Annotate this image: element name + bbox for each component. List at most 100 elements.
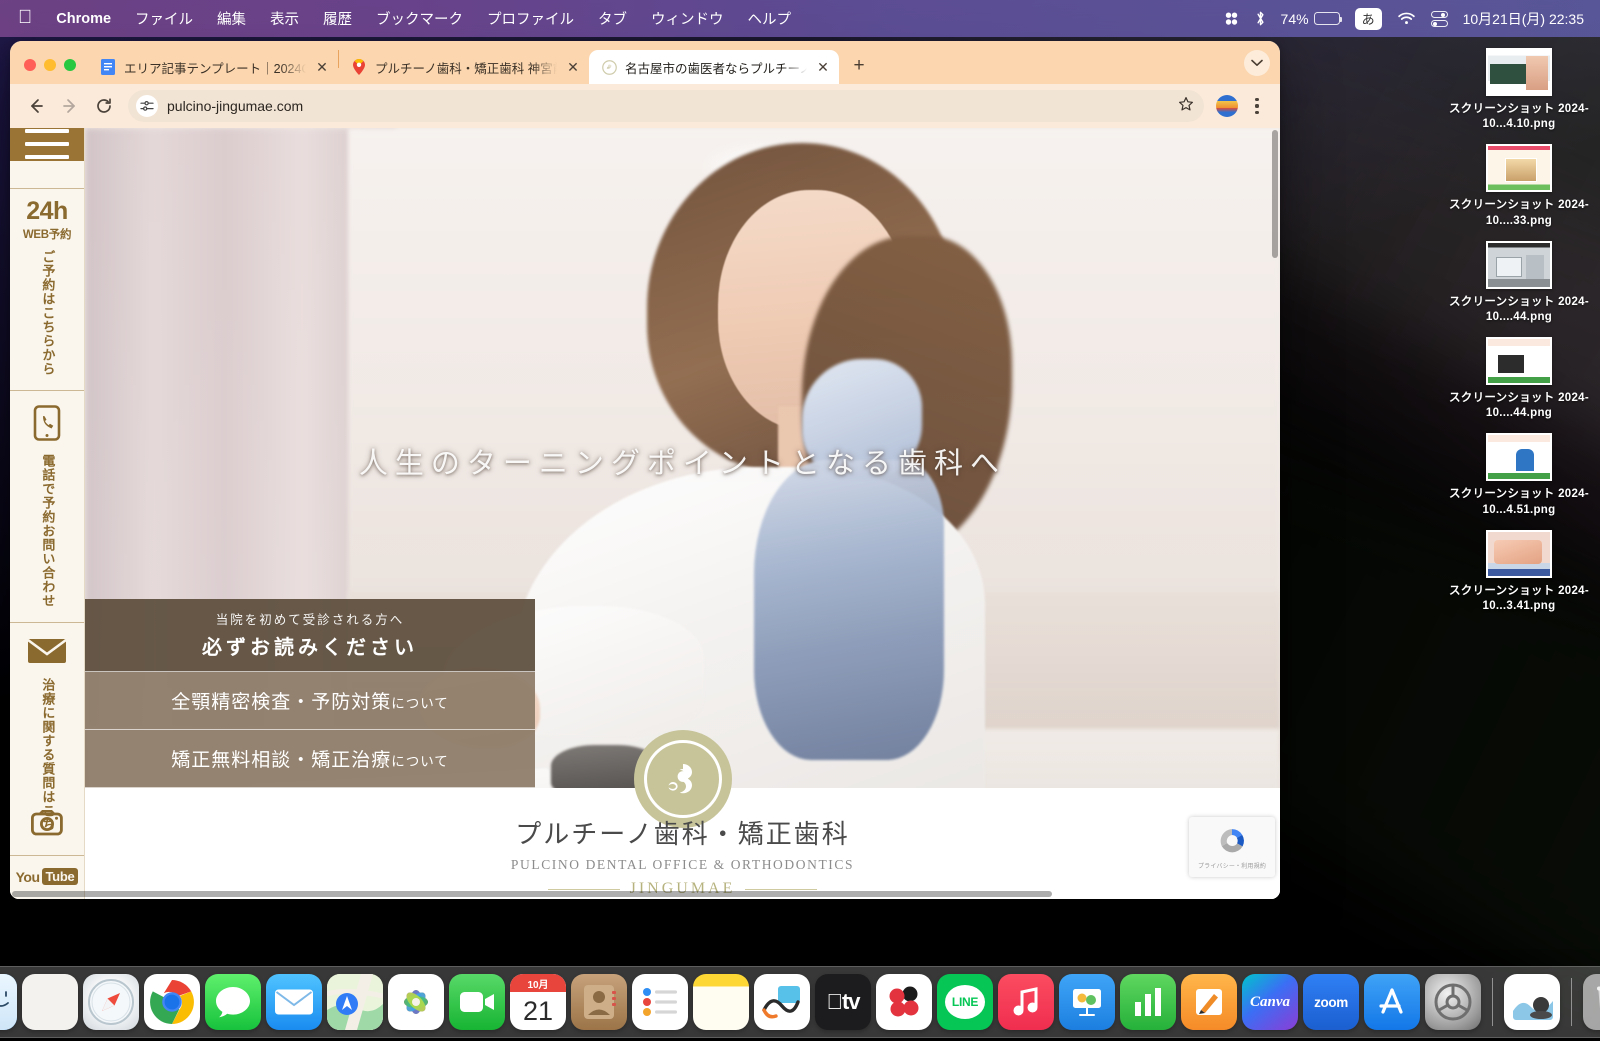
dock-app-app-store[interactable]	[1364, 974, 1420, 1030]
rail-item-web-reservation[interactable]: 24h WEB予約 ご予約はこちらから	[10, 189, 84, 391]
dock-app-contacts[interactable]	[571, 974, 627, 1030]
menu-bar-clock[interactable]: 10月21日(月) 22:35	[1463, 9, 1584, 29]
menu-item-help[interactable]: ヘルプ	[736, 5, 804, 32]
instagram-icon[interactable]	[30, 809, 63, 841]
menu-item-profiles[interactable]: プロファイル	[475, 5, 586, 32]
browser-tab-2[interactable]: プルチーノ歯科・矯正歯科 神宮前 ✕	[339, 50, 589, 84]
banner-first-visit[interactable]: 当院を初めて受診される方へ 必ずお読みください	[85, 599, 535, 672]
star-icon[interactable]	[1178, 96, 1194, 116]
rail-reservation-vertical-text: ご予約はこちらから	[40, 250, 56, 376]
close-tab-button[interactable]: ✕	[815, 59, 831, 75]
dock-app-photos[interactable]	[388, 974, 444, 1030]
screenshot-thumbnail	[1486, 144, 1552, 193]
dock-app-pages[interactable]	[1181, 974, 1237, 1030]
address-bar[interactable]: pulcino-jingumae.com	[128, 90, 1204, 122]
smartphone-call-icon	[32, 405, 62, 446]
dock-app-flower[interactable]	[876, 974, 932, 1030]
input-source-indicator[interactable]: あ	[1354, 7, 1382, 30]
dock-app-keynote[interactable]	[1059, 974, 1115, 1030]
maximize-window-button[interactable]	[64, 59, 76, 71]
dock-app-system-settings[interactable]	[1425, 974, 1481, 1030]
menu-item-window[interactable]: ウィンドウ	[639, 5, 736, 32]
dock-app-freeform[interactable]	[754, 974, 810, 1030]
menu-item-edit[interactable]: 編集	[205, 5, 258, 32]
menu-item-view[interactable]: 表示	[258, 5, 311, 32]
dock-app-apple-tv[interactable]: tv	[815, 974, 871, 1030]
close-tab-button[interactable]: ✕	[314, 59, 330, 75]
three-dot-menu-icon[interactable]	[1244, 91, 1270, 121]
zoom-label: zoom	[1314, 994, 1348, 1010]
banner-small-text: について	[391, 754, 449, 769]
webpage-viewport: 24h WEB予約 ご予約はこちらから 電話で予約お問い合わせ 治療に関する質問…	[10, 128, 1280, 899]
dock-app-zoom[interactable]: zoom	[1303, 974, 1359, 1030]
profile-avatar-icon[interactable]	[1216, 95, 1238, 117]
recaptcha-legal-text[interactable]: プライバシー・利用規約	[1198, 861, 1266, 870]
desktop-file-item[interactable]: スクリーンショット 2024-10...3.41.png	[1444, 529, 1594, 614]
minimize-window-button[interactable]	[44, 59, 56, 71]
menu-item-history[interactable]: 履歴	[311, 5, 364, 32]
recaptcha-badge[interactable]: プライバシー・利用規約	[1189, 817, 1275, 877]
back-arrow-icon[interactable]	[20, 90, 52, 122]
dock-app-finder[interactable]	[0, 974, 17, 1030]
battery-status[interactable]: 74%	[1280, 10, 1343, 27]
battery-percent-label: 74%	[1280, 10, 1309, 27]
envelope-icon	[27, 637, 67, 670]
rail-item-phone[interactable]: 電話で予約お問い合わせ	[10, 391, 84, 623]
site-settings-icon[interactable]	[136, 95, 158, 117]
menu-item-file[interactable]: ファイル	[123, 5, 205, 32]
desktop-file-item[interactable]: スクリーンショット 2024-10....44.png	[1444, 337, 1594, 421]
banner-full-mouth-exam[interactable]: 全顎精密検査・予防対策について	[85, 672, 535, 730]
site-side-rail: 24h WEB予約 ご予約はこちらから 電話で予約お問い合わせ 治療に関する質問…	[10, 128, 85, 899]
dock-app-maps[interactable]	[327, 974, 383, 1030]
hamburger-menu-button[interactable]	[10, 128, 84, 161]
recaptcha-icon	[1220, 829, 1244, 853]
chevron-down-icon[interactable]	[1244, 50, 1270, 76]
dock-app-reminders[interactable]	[632, 974, 688, 1030]
desktop-file-item[interactable]: スクリーンショット 2024-10...4.10.png	[1444, 48, 1594, 132]
close-window-button[interactable]	[24, 59, 36, 71]
dock-app-facetime[interactable]	[449, 974, 505, 1030]
rail-phone-vertical-text: 電話で予約お問い合わせ	[40, 454, 56, 608]
vertical-scroll-thumb[interactable]	[1272, 130, 1278, 258]
rail-item-mail[interactable]: 治療に関する質問はこち	[10, 623, 84, 856]
desktop-file-item[interactable]: スクリーンショット 2024-10....33.png	[1444, 144, 1594, 228]
hero-catchcopy: 人生のターニングポイントとなる歯科へ	[358, 448, 1007, 481]
dock-app-messages[interactable]	[205, 974, 261, 1030]
tab-title: 名古屋市の歯医者ならプルチーノ	[625, 61, 807, 76]
menu-bar-status-area: 74% あ 10月21日(月) 22:35	[1223, 7, 1600, 30]
dock-app-safari[interactable]	[83, 974, 139, 1030]
desktop-file-item[interactable]: スクリーンショット 2024-10....44.png	[1444, 240, 1594, 325]
dock-app-canva[interactable]: Canva	[1242, 974, 1298, 1030]
dock-app-calendar[interactable]: 10月 21	[510, 974, 566, 1030]
dock-app-chrome[interactable]	[144, 974, 200, 1030]
dock-app-numbers[interactable]	[1120, 974, 1176, 1030]
site-logo-band: プルチーノ歯科・矯正歯科 PULCINO DENTAL OFFICE & ORT…	[85, 730, 1280, 899]
dock-app-line[interactable]: LINE	[937, 974, 993, 1030]
dock-app-trash[interactable]	[1583, 974, 1600, 1030]
banner-ortho-consult[interactable]: 矯正無料相談・矯正治療について	[85, 730, 535, 788]
browser-tab-3[interactable]: 名古屋市の歯医者ならプルチーノ ✕	[589, 50, 839, 84]
close-tab-button[interactable]: ✕	[565, 59, 581, 75]
page-horizontal-scrollbar[interactable]	[10, 889, 1280, 899]
menu-item-chrome[interactable]: Chrome	[44, 8, 123, 30]
desktop-file-item[interactable]: スクリーンショット 2024-10...4.51.png	[1444, 433, 1594, 517]
horizontal-scroll-thumb[interactable]	[12, 891, 1052, 897]
apple-logo-icon[interactable]: 	[14, 8, 44, 30]
dock-app-preview[interactable]	[1504, 974, 1560, 1030]
rail-mail-vertical-text: 治療に関する質問はこち	[40, 678, 56, 832]
reload-icon[interactable]	[88, 90, 120, 122]
forward-arrow-icon[interactable]	[54, 90, 86, 122]
dock-app-launchpad[interactable]	[22, 974, 78, 1030]
menu-item-bookmarks[interactable]: ブックマーク	[364, 5, 475, 32]
browser-tab-1[interactable]: エリア記事テンプレート｜2024C ✕	[88, 50, 338, 84]
dropbox-icon[interactable]	[1223, 11, 1240, 27]
dock-app-music[interactable]	[998, 974, 1054, 1030]
control-center-icon[interactable]	[1430, 10, 1448, 27]
new-tab-button[interactable]: +	[845, 52, 873, 80]
wifi-icon[interactable]	[1397, 11, 1416, 26]
menu-item-tab[interactable]: タブ	[586, 5, 639, 32]
page-vertical-scrollbar[interactable]	[1270, 128, 1280, 899]
dock-app-mail[interactable]	[266, 974, 322, 1030]
dock-app-notes[interactable]	[693, 974, 749, 1030]
bluetooth-icon[interactable]	[1255, 10, 1266, 27]
